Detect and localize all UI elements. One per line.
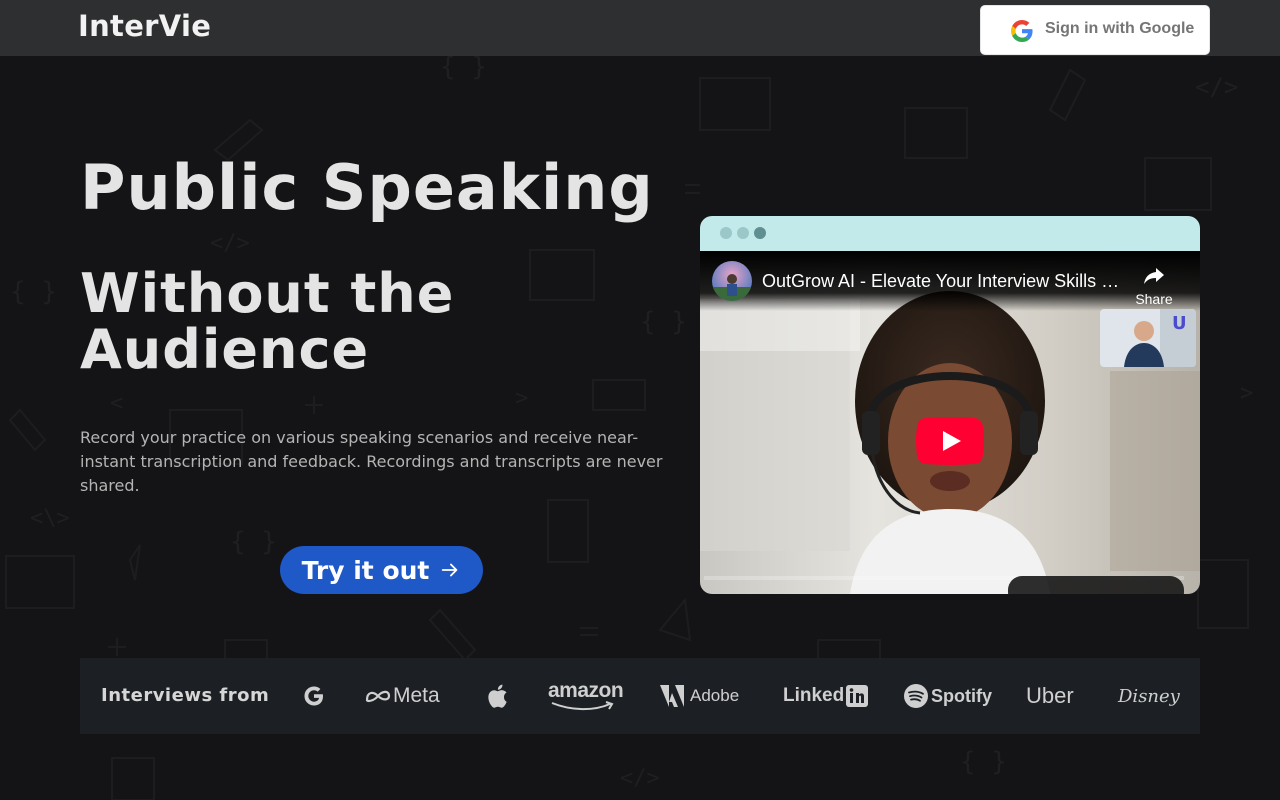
youtube-embed[interactable]: OutGrow AI - Elevate Your Interview Skil… <box>700 251 1200 594</box>
video-window: OutGrow AI - Elevate Your Interview Skil… <box>700 216 1200 594</box>
linkedin-logo-label: Linked <box>783 685 845 706</box>
meta-logo-label: Meta <box>393 684 440 707</box>
site-logo[interactable]: InterVie <box>78 9 211 43</box>
share-icon <box>1144 268 1164 284</box>
hero-section: Public Speaking Without the Audience Rec… <box>0 0 1280 800</box>
play-button-icon[interactable] <box>916 417 984 465</box>
arrow-right-icon <box>442 563 458 577</box>
disney-logo-label: Disney <box>1118 685 1180 707</box>
spotify-logo-label: Spotify <box>931 685 992 706</box>
apple-logo <box>486 680 508 712</box>
top-nav: InterVie Sign in with Google <box>0 0 1280 56</box>
spotify-icon <box>904 684 928 708</box>
video-inset: U <box>1100 309 1196 367</box>
apple-icon <box>488 684 507 708</box>
company-logos-band: Interviews from Meta amazon Adobe Linked… <box>80 658 1200 734</box>
spotify-logo: Spotify <box>904 680 992 712</box>
meta-infinity-icon <box>365 690 391 703</box>
google-g-icon <box>304 686 323 706</box>
share-label: Share <box>1135 291 1173 307</box>
disney-logo: Disney <box>1118 680 1180 712</box>
logos-band-label: Interviews from <box>101 685 270 706</box>
try-it-out-label: Try it out <box>301 555 430 585</box>
linkedin-logo: Linked <box>783 680 869 712</box>
uber-logo-label: Uber <box>1026 683 1074 708</box>
avatar-figure-icon <box>712 274 752 301</box>
share-button[interactable]: Share <box>1132 263 1176 307</box>
window-title-bar <box>700 216 1200 251</box>
adobe-logo-label: Adobe <box>690 686 740 705</box>
amazon-logo: amazon <box>548 679 624 712</box>
meta-logo: Meta <box>365 680 440 712</box>
window-dot-icon <box>737 227 749 239</box>
try-it-out-button[interactable]: Try it out <box>280 546 483 594</box>
google-sign-in-label: Sign in with Google <box>1045 20 1195 37</box>
inset-person-image: U <box>1100 309 1196 367</box>
video-title[interactable]: OutGrow AI - Elevate Your Interview Skil… <box>762 271 1124 292</box>
google-logo <box>302 680 326 712</box>
uber-logo: Uber <box>1026 680 1074 712</box>
google-sign-in-button[interactable]: Sign in with Google <box>980 5 1210 55</box>
adobe-icon <box>660 685 684 707</box>
hero-subtitle: Without the Audience <box>80 262 455 382</box>
hero-description: Record your practice on various speaking… <box>80 428 663 495</box>
window-dot-icon <box>720 227 732 239</box>
svg-text:U: U <box>1172 313 1187 334</box>
hero-title: Public Speaking <box>80 151 654 224</box>
google-icon <box>1011 20 1033 42</box>
channel-avatar[interactable] <box>712 261 752 301</box>
amazon-logo-label: amazon <box>548 679 624 702</box>
amazon-smile-icon <box>551 701 614 711</box>
linkedin-in-icon <box>846 685 869 707</box>
window-dot-icon <box>754 227 766 239</box>
adobe-logo: Adobe <box>660 680 739 712</box>
watch-on-youtube-button[interactable] <box>1008 576 1184 594</box>
